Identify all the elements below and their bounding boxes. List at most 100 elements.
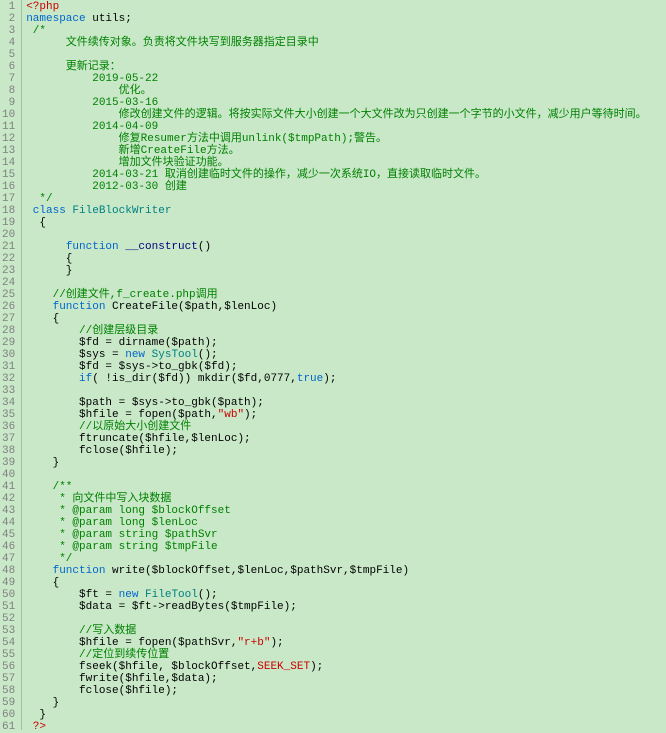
line-number: 4 [2, 37, 15, 49]
code-line[interactable]: { [26, 253, 666, 265]
code-line[interactable] [26, 385, 666, 397]
line-number: 32 [2, 373, 15, 385]
code-line[interactable]: $fd = dirname($path); [26, 337, 666, 349]
code-line[interactable]: //创建层级目录 [26, 325, 666, 337]
line-number: 42 [2, 493, 15, 505]
line-number: 45 [2, 529, 15, 541]
line-number: 44 [2, 517, 15, 529]
code-line[interactable]: * 向文件中写入块数据 [26, 493, 666, 505]
line-number: 12 [2, 133, 15, 145]
code-line[interactable]: * @param long $lenLoc [26, 517, 666, 529]
code-line[interactable]: 2014-03-21 取消创建临时文件的操作，减少一次系统IO，直接读取临时文件… [26, 169, 666, 181]
code-line[interactable]: fseek($hfile, $blockOffset,SEEK_SET); [26, 661, 666, 673]
code-area[interactable]: <?phpnamespace utils; /* 文件续传对象。负责将文件块写到… [22, 0, 666, 730]
code-line[interactable]: function CreateFile($path,$lenLoc) [26, 301, 666, 313]
code-line[interactable]: 2019-05-22 [26, 73, 666, 85]
code-line[interactable]: //创建文件,f_create.php调用 [26, 289, 666, 301]
line-number: 5 [2, 49, 15, 61]
code-line[interactable]: 新增CreateFile方法。 [26, 145, 666, 157]
line-number: 60 [2, 709, 15, 721]
code-line[interactable]: * @param string $tmpFile [26, 541, 666, 553]
code-line[interactable]: { [26, 313, 666, 325]
code-line[interactable]: } [26, 709, 666, 721]
code-line[interactable]: $fd = $sys->to_gbk($fd); [26, 361, 666, 373]
code-line[interactable]: 2015-03-16 [26, 97, 666, 109]
code-line[interactable]: */ [26, 193, 666, 205]
code-line[interactable]: /** [26, 481, 666, 493]
line-number: 1 [2, 1, 15, 13]
line-number: 10 [2, 109, 15, 121]
line-number: 59 [2, 697, 15, 709]
code-line[interactable] [26, 469, 666, 481]
code-line[interactable]: //以原始大小创建文件 [26, 421, 666, 433]
code-line[interactable]: class FileBlockWriter [26, 205, 666, 217]
line-number: 46 [2, 541, 15, 553]
line-number: 2 [2, 13, 15, 25]
line-number: 37 [2, 433, 15, 445]
code-line[interactable]: } [26, 697, 666, 709]
code-line[interactable] [26, 277, 666, 289]
line-number: 36 [2, 421, 15, 433]
code-line[interactable]: } [26, 265, 666, 277]
code-line[interactable]: * @param string $pathSvr [26, 529, 666, 541]
code-line[interactable]: 2014-04-09 [26, 121, 666, 133]
code-line[interactable]: $hfile = fopen($pathSvr,"r+b"); [26, 637, 666, 649]
code-line[interactable]: $data = $ft->readBytes($tmpFile); [26, 601, 666, 613]
code-line[interactable]: /* [26, 25, 666, 37]
line-number: 52 [2, 613, 15, 625]
line-number: 28 [2, 325, 15, 337]
code-line[interactable] [26, 613, 666, 625]
code-line[interactable]: { [26, 217, 666, 229]
code-line[interactable]: 修复Resumer方法中调用unlink($tmpPath);警告。 [26, 133, 666, 145]
code-line[interactable]: $path = $sys->to_gbk($path); [26, 397, 666, 409]
code-line[interactable]: 优化。 [26, 85, 666, 97]
line-number: 15 [2, 169, 15, 181]
line-number-gutter: 1234567891011121314151617181920212223242… [0, 0, 22, 730]
code-line[interactable]: * @param long $blockOffset [26, 505, 666, 517]
code-line[interactable]: $ft = new FileTool(); [26, 589, 666, 601]
line-number: 53 [2, 625, 15, 637]
code-line[interactable]: 修改创建文件的逻辑。将按实际文件大小创建一个大文件改为只创建一个字节的小文件，减… [26, 109, 666, 121]
line-number: 20 [2, 229, 15, 241]
code-line[interactable]: */ [26, 553, 666, 565]
code-line[interactable]: 更新记录： [26, 61, 666, 73]
code-line[interactable] [26, 49, 666, 61]
line-number: 49 [2, 577, 15, 589]
code-line[interactable]: fclose($hfile); [26, 445, 666, 457]
line-number: 41 [2, 481, 15, 493]
code-line[interactable]: function write($blockOffset,$lenLoc,$pat… [26, 565, 666, 577]
line-number: 34 [2, 397, 15, 409]
line-number: 14 [2, 157, 15, 169]
code-line[interactable]: fwrite($hfile,$data); [26, 673, 666, 685]
code-line[interactable]: 2012-03-30 创建 [26, 181, 666, 193]
line-number: 30 [2, 349, 15, 361]
code-line[interactable]: <?php [26, 1, 666, 13]
line-number: 11 [2, 121, 15, 133]
line-number: 55 [2, 649, 15, 661]
code-line[interactable]: namespace utils; [26, 13, 666, 25]
code-line[interactable]: ?> [26, 721, 666, 733]
code-line[interactable]: //定位到续传位置 [26, 649, 666, 661]
code-line[interactable]: if( !is_dir($fd)) mkdir($fd,0777,true); [26, 373, 666, 385]
line-number: 17 [2, 193, 15, 205]
line-number: 40 [2, 469, 15, 481]
line-number: 31 [2, 361, 15, 373]
line-number: 35 [2, 409, 15, 421]
line-number: 19 [2, 217, 15, 229]
code-line[interactable]: fclose($hfile); [26, 685, 666, 697]
code-line[interactable]: 文件续传对象。负责将文件块写到服务器指定目录中 [26, 37, 666, 49]
code-line[interactable]: function __construct() [26, 241, 666, 253]
code-line[interactable]: } [26, 457, 666, 469]
line-number: 26 [2, 301, 15, 313]
code-line[interactable]: 增加文件块验证功能。 [26, 157, 666, 169]
code-line[interactable]: ftruncate($hfile,$lenLoc); [26, 433, 666, 445]
code-line[interactable]: //写入数据 [26, 625, 666, 637]
line-number: 50 [2, 589, 15, 601]
line-number: 13 [2, 145, 15, 157]
code-line[interactable] [26, 229, 666, 241]
code-line[interactable]: $sys = new SysTool(); [26, 349, 666, 361]
code-line[interactable]: $hfile = fopen($path,"wb"); [26, 409, 666, 421]
code-editor[interactable]: 1234567891011121314151617181920212223242… [0, 0, 666, 730]
line-number: 22 [2, 253, 15, 265]
code-line[interactable]: { [26, 577, 666, 589]
